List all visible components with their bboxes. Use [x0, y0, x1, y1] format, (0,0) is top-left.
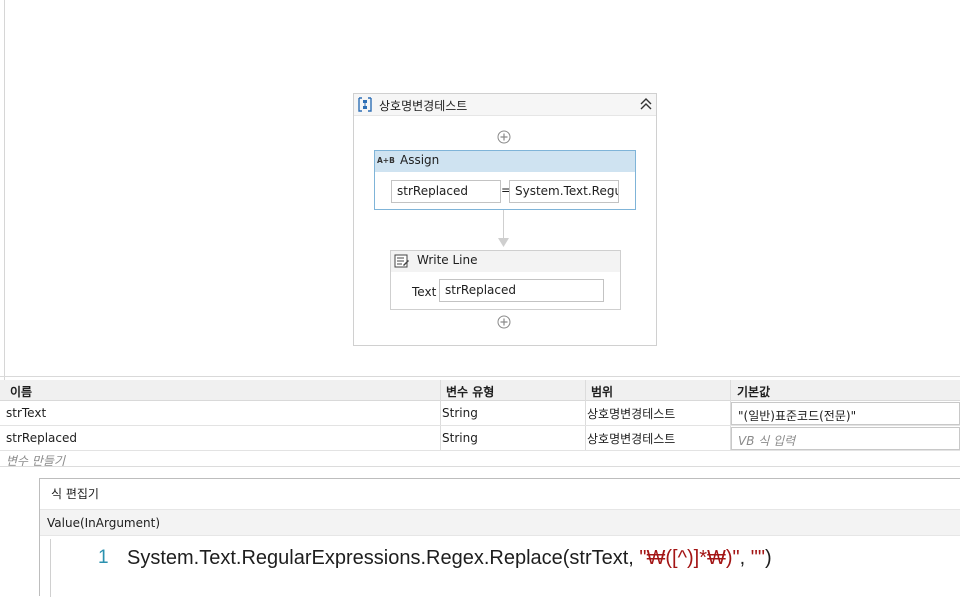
string-literal: ""	[750, 547, 765, 569]
designer-left-border	[4, 0, 5, 380]
write-line-title: Write Line	[417, 253, 478, 267]
line-number: 1	[98, 547, 109, 568]
argument-label: Value(InArgument)	[47, 516, 160, 530]
add-activity-plus-icon[interactable]	[497, 130, 511, 144]
assign-header: A+B Assign	[375, 151, 635, 172]
column-separator	[440, 380, 441, 451]
row-divider	[0, 425, 960, 426]
string-literal: "₩([^)]*₩)"	[639, 547, 740, 569]
variable-default-field[interactable]: VB 식 입력	[731, 427, 960, 450]
column-header-type[interactable]: 변수 유형	[446, 383, 494, 400]
add-activity-plus-icon[interactable]	[497, 315, 511, 329]
expression-editor-dialog: 식 편집기 Value(InArgument) 1 System.Text.Re…	[39, 478, 960, 597]
assign-value-field[interactable]: System.Text.Regul	[509, 180, 619, 203]
code-text: )	[764, 547, 772, 569]
expression-editor-title: 식 편집기	[51, 487, 99, 501]
sequence-header[interactable]: 상호명변경테스트	[354, 94, 656, 116]
variable-name-cell[interactable]: strText	[6, 406, 46, 420]
flow-arrow-icon	[498, 238, 509, 247]
code-text: ,	[739, 547, 751, 569]
sequence-title: 상호명변경테스트	[379, 99, 468, 113]
assign-title: Assign	[400, 153, 440, 167]
variables-header-row: 이름 변수 유형 범위 기본값	[0, 380, 960, 401]
assign-to-field[interactable]: strReplaced	[391, 180, 501, 203]
variable-type-cell[interactable]: String	[442, 406, 478, 420]
collapse-chevron-icon[interactable]	[639, 97, 653, 111]
sequence-icon	[358, 97, 372, 112]
column-header-scope[interactable]: 범위	[591, 383, 613, 400]
code-text: System.Text.RegularExpressions.Regex.Rep…	[127, 547, 640, 569]
argument-label-bar: Value(InArgument)	[40, 509, 960, 536]
panel-divider	[0, 466, 960, 467]
write-line-icon	[394, 254, 409, 268]
flow-connector	[503, 210, 504, 241]
column-header-name[interactable]: 이름	[10, 383, 32, 400]
column-separator	[585, 380, 586, 451]
assign-activity[interactable]: A+B Assign strReplaced = System.Text.Reg…	[374, 150, 636, 210]
write-line-activity[interactable]: Write Line Text strReplaced	[390, 250, 621, 310]
variable-default-field[interactable]: "(일반)표준코드(전문)"	[731, 402, 960, 425]
write-line-header: Write Line	[391, 251, 620, 272]
write-line-text-field[interactable]: strReplaced	[439, 279, 604, 302]
write-line-text-label: Text	[412, 285, 437, 299]
variable-scope-cell[interactable]: 상호명변경테스트	[587, 430, 675, 447]
panel-divider	[0, 376, 960, 377]
code-line[interactable]: System.Text.RegularExpressions.Regex.Rep…	[127, 547, 772, 570]
column-header-default[interactable]: 기본값	[737, 383, 770, 400]
variable-scope-cell[interactable]: 상호명변경테스트	[587, 405, 675, 422]
variable-type-cell[interactable]: String	[442, 431, 478, 445]
assign-icon: A+B	[377, 156, 395, 165]
code-editor[interactable]: 1 System.Text.RegularExpressions.Regex.R…	[50, 539, 960, 597]
row-divider	[0, 450, 960, 451]
variable-name-cell[interactable]: strReplaced	[6, 431, 77, 445]
